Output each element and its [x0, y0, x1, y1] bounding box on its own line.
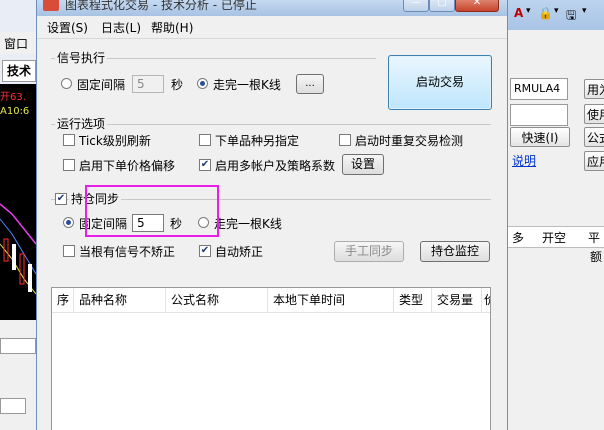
restart-check-label: 启动时重复交易检测	[355, 134, 464, 148]
restart-check-checkbox[interactable]	[339, 134, 351, 146]
background-kline-chart: 开63. A10:6	[0, 84, 36, 320]
background-input-2[interactable]	[0, 398, 26, 414]
dropdown-arrow-icon-3[interactable]: ▾	[582, 6, 587, 16]
background-toolbar: A ▾ 🔒 ▾ 🖫 ▾	[510, 6, 604, 24]
maximize-icon[interactable]: □	[429, 0, 455, 12]
price-offset-checkbox[interactable]	[63, 159, 75, 171]
background-tab-tech[interactable]: 技术	[2, 60, 36, 82]
order-other-checkbox[interactable]	[199, 134, 211, 146]
run-options-group-line	[51, 124, 491, 125]
right-input-2[interactable]	[510, 104, 568, 126]
chart-text-open: 开63.	[0, 92, 26, 103]
right-table-header: 多 开空 平	[508, 226, 604, 248]
auto-correct-label: 自动矫正	[215, 245, 264, 259]
font-color-icon[interactable]: A	[514, 6, 523, 20]
right-button-apply[interactable]: 应用	[584, 151, 604, 171]
right-link-description[interactable]: 说明	[512, 152, 536, 169]
menu-window[interactable]: 窗口	[4, 35, 28, 52]
menu-help[interactable]: 帮助(H)	[151, 19, 193, 36]
sync-fixed-interval-radio[interactable]	[63, 217, 74, 228]
sync-after-kline-label: 走完一根K线	[214, 217, 282, 231]
order-table[interactable]: 序 品种名称 公式名称 本地下单时间 类型 交易量 价	[51, 287, 491, 430]
multi-account-label: 启用多帐户及策略系数	[215, 159, 336, 173]
tick-refresh-label: Tick级别刷新	[79, 134, 151, 148]
chart-text-ma: A10:6	[0, 106, 30, 117]
signal-fixed-interval-label: 固定间隔	[77, 78, 126, 92]
col-formula[interactable]: 公式名称	[166, 288, 268, 312]
no-correct-checkbox[interactable]	[63, 245, 75, 257]
signal-group-label: 信号执行	[55, 49, 108, 66]
col-index[interactable]: 序	[52, 288, 74, 312]
signal-fixed-interval-radio[interactable]	[61, 78, 72, 89]
background-bottom-panel	[0, 320, 36, 430]
chart-candles	[0, 203, 36, 295]
close-icon[interactable]: ✕	[455, 0, 499, 12]
manual-sync-button[interactable]: 手工同步	[334, 241, 404, 262]
position-monitor-button[interactable]: 持仓监控	[420, 241, 490, 262]
signal-after-kline-radio[interactable]	[197, 78, 208, 89]
dropdown-arrow-icon[interactable]: ▾	[526, 6, 531, 16]
dialog-title-bar[interactable]: 图表程式化交易 - 技术分析 - 已停止 — □ ✕	[37, 0, 507, 16]
signal-interval-input[interactable]: 5	[132, 75, 164, 93]
order-table-header: 序 品种名称 公式名称 本地下单时间 类型 交易量 价	[52, 288, 490, 313]
right-col-close: 平	[588, 231, 601, 245]
right-button-use[interactable]: 使用	[584, 104, 604, 124]
run-options-group-label: 运行选项	[55, 115, 108, 132]
background-right-panel: RMULA4 用为 使用 快速(I) 公式 说明 应用 多 开空 平 额	[508, 30, 604, 430]
right-button-use-for[interactable]: 用为	[584, 79, 604, 99]
signal-after-kline-label: 走完一根K线	[213, 78, 281, 92]
auto-correct-checkbox[interactable]: ✔	[199, 245, 211, 257]
dialog-title: 图表程式化交易 - 技术分析 - 已停止	[65, 0, 257, 12]
multi-account-settings-button[interactable]: 设置	[342, 154, 384, 175]
position-sync-checkbox[interactable]: ✔	[55, 193, 67, 205]
menu-log[interactable]: 日志(L)	[101, 19, 141, 36]
background-menu-bar: 窗口	[0, 32, 36, 54]
menu-settings[interactable]: 设置(S)	[47, 19, 88, 36]
right-cell-amount: 额	[590, 250, 603, 264]
right-col-open-short: 开空	[542, 231, 567, 245]
tick-refresh-checkbox[interactable]	[63, 134, 75, 146]
signal-unit-label: 秒	[171, 78, 184, 92]
trading-dialog: 图表程式化交易 - 技术分析 - 已停止 — □ ✕ 设置(S) 日志(L) 帮…	[36, 0, 508, 430]
app-icon	[43, 0, 59, 11]
order-other-label: 下单品种另指定	[215, 134, 300, 148]
right-col-long: 多	[512, 231, 525, 245]
no-correct-label: 当根有信号不矫正	[79, 245, 176, 259]
right-button-quick[interactable]: 快速(I)	[510, 127, 570, 147]
col-price[interactable]: 价	[482, 288, 490, 312]
start-trading-button[interactable]: 启动交易	[388, 55, 492, 110]
col-type[interactable]: 类型	[394, 288, 432, 312]
minimize-icon[interactable]: —	[403, 0, 429, 12]
background-input[interactable]	[0, 338, 36, 354]
col-volume[interactable]: 交易量	[432, 288, 482, 312]
right-button-formula[interactable]: 公式	[584, 127, 604, 147]
signal-more-button[interactable]: ...	[296, 74, 324, 94]
col-order-time[interactable]: 本地下单时间	[268, 288, 394, 312]
formula-name-field[interactable]: RMULA4	[510, 78, 568, 100]
multi-account-checkbox[interactable]: ✔	[199, 159, 211, 171]
price-offset-label: 启用下单价格偏移	[79, 159, 176, 173]
save-icon[interactable]: 🖫	[566, 6, 576, 27]
position-sync-highlight	[85, 185, 219, 237]
lock-icon[interactable]: 🔒	[538, 6, 553, 20]
dialog-menu-bar: 设置(S) 日志(L) 帮助(H)	[37, 16, 507, 39]
dropdown-arrow-icon-2[interactable]: ▾	[554, 6, 559, 16]
col-instrument[interactable]: 品种名称	[74, 288, 166, 312]
